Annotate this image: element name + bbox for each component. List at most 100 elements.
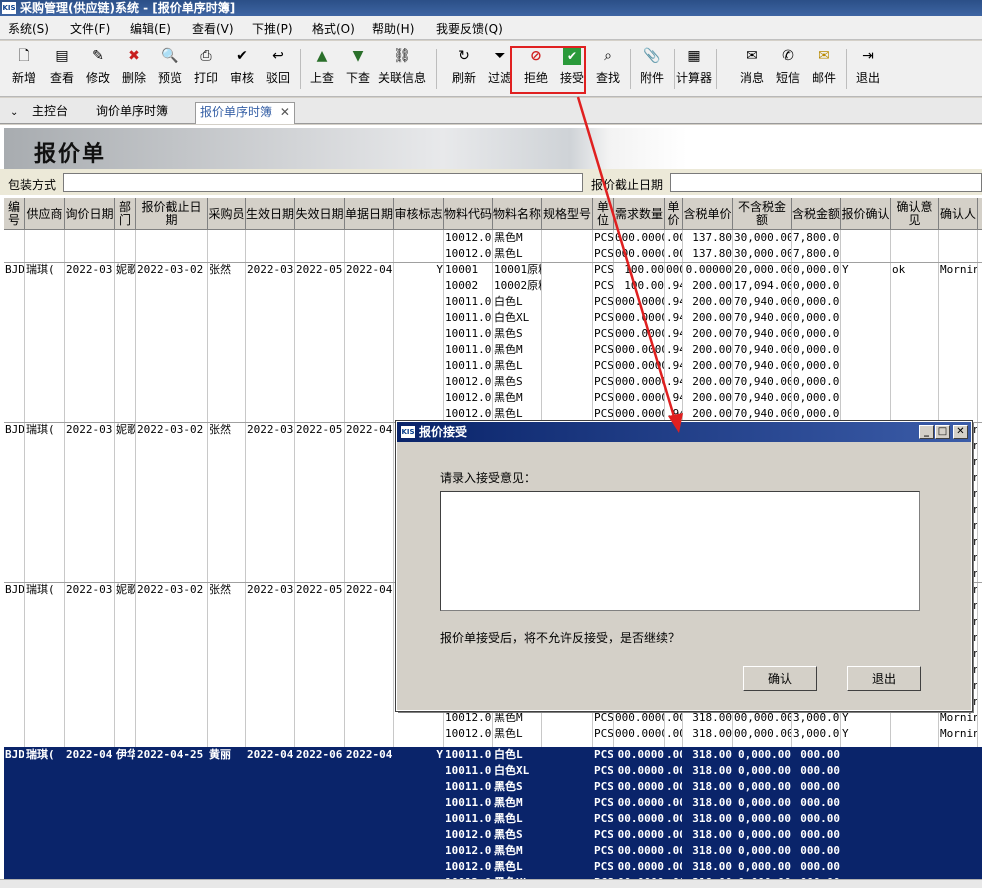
column-header[interactable]: 报价截止日期: [136, 198, 208, 230]
maximize-icon[interactable]: □: [935, 425, 950, 439]
table-row[interactable]: 10011.05黑色S PCS000.0000.94 200.0070,940.00…: [4, 326, 982, 342]
table-row[interactable]: 10012.01黑色S PCS000.0000.94 200.0070,940.00…: [4, 374, 982, 390]
table-row[interactable]: 10011.07黑色M PCS000.0000.94 200.0070,940.00…: [4, 342, 982, 358]
table-cell-taxprice: 318.00: [692, 812, 732, 825]
table-cell-exp: 2022-05-: [296, 423, 344, 436]
close-icon[interactable]: ✕: [953, 425, 968, 439]
horizontal-scrollbar[interactable]: [0, 879, 982, 888]
table-cell-mat: 10011.0: [445, 764, 492, 777]
table-cell-name: 黑色L: [494, 812, 523, 825]
toolbar-reject-back-button[interactable]: ↩ 驳回: [260, 47, 296, 91]
menu-item-1[interactable]: 文件(F): [70, 20, 110, 37]
tab-quotation-list[interactable]: 报价单序时簿 ✕: [195, 102, 295, 124]
chevron-down-icon[interactable]: ⌄: [6, 104, 22, 126]
menu-item-7[interactable]: 我要反馈(Q): [436, 20, 503, 37]
binoculars-icon: ⌕: [604, 48, 612, 64]
table-row[interactable]: 10011.03白色L PCS000.0000.94 200.0070,940.00…: [4, 294, 982, 310]
column-header[interactable]: 物料名称: [493, 198, 542, 230]
table-row[interactable]: 10011.08黑色L PCS000.0000.94 200.0070,940.00…: [4, 358, 982, 374]
table-cell-taxamt: 000.00: [800, 812, 840, 825]
table-cell-qty: 00.0000: [617, 812, 664, 825]
table-cell-taxamt: 000.00: [800, 764, 840, 777]
column-header[interactable]: 确认意见: [891, 198, 939, 230]
table-row[interactable]: 10011.0黑色M PCS 00.0000.00 318.00 0,000.00 000…: [4, 795, 982, 811]
table-cell-qty: 000.0000: [615, 359, 664, 372]
table-row[interactable]: 10011.0黑色L PCS 00.0000.00 318.00 0,000.00 000…: [4, 811, 982, 827]
table-cell-price: .94: [666, 279, 682, 292]
up-query-icon: ▲: [316, 48, 328, 64]
tab-inquiry-list[interactable]: 询价单序时簿: [92, 102, 172, 124]
menu-item-3[interactable]: 查看(V): [192, 20, 234, 37]
table-cell-buyer: 张然: [209, 583, 231, 596]
table-row[interactable]: 10011.0白色XL PCS 00.0000.00 318.00 0,000.00 00…: [4, 763, 982, 779]
column-header[interactable]: 不含税金额: [733, 198, 792, 230]
table-row[interactable]: 10012.02黑色M PCS000.0000.00 318.0000,000.00…: [4, 710, 982, 726]
toolbar-binoculars-button[interactable]: ⌕ 查找: [590, 47, 626, 91]
toolbar-mail-button[interactable]: ✉ 邮件: [806, 47, 842, 91]
column-header[interactable]: 确认人: [939, 198, 978, 230]
opinion-input[interactable]: [440, 491, 920, 611]
column-header[interactable]: 单据日期: [345, 198, 394, 230]
column-header[interactable]: 规格型号: [542, 198, 593, 230]
menu-item-6[interactable]: 帮助(H): [372, 20, 414, 37]
table-row[interactable]: 10002 10002原料 PCS 100.00.94 200.0017,094.000…: [4, 278, 982, 294]
column-header[interactable]: 失效日期: [295, 198, 345, 230]
table-row[interactable]: 10012.03黑色L PCS000.0000.94 200.0070,940.00…: [4, 406, 982, 422]
table-row[interactable]: BJD 瑞琪(2022-04 伊华 2022-04-25 黄丽 2022-04 2022-0…: [4, 747, 982, 763]
column-header[interactable]: 生效日期: [246, 198, 295, 230]
column-header[interactable]: 部门: [115, 198, 136, 230]
menu-item-0[interactable]: 系统(S): [8, 20, 49, 37]
column-header[interactable]: 含税单价: [683, 198, 733, 230]
table-cell-amt: 0,000.00: [738, 828, 791, 841]
column-header[interactable]: 物料代码: [444, 198, 493, 230]
table-row[interactable]: 10012.0黑色S PCS 00.0000.00 318.00 0,000.00 000…: [4, 827, 982, 843]
column-header[interactable]: 单位: [593, 198, 614, 230]
table-row[interactable]: 10012.02黑色M PCS000.0000.94 200.0070,940.00…: [4, 390, 982, 406]
table-row[interactable]: BJD(瑞琪(2022-03-妮歌2022-03-02张然2022-03-202…: [4, 262, 982, 278]
exit-button[interactable]: 退出: [847, 666, 921, 691]
toolbar-calculator-button[interactable]: ▦ 计算器: [676, 47, 712, 91]
menu-item-4[interactable]: 下推(P): [252, 20, 293, 37]
tab-main-console[interactable]: 主控台: [28, 102, 72, 124]
minimize-icon[interactable]: _: [919, 425, 934, 439]
table-row[interactable]: 10012.02黑色M PCS000.0000.00 137.8030,000.00…: [4, 230, 982, 246]
table-cell-price: .00: [666, 711, 682, 724]
table-cell-mat: 10011.08: [445, 359, 492, 372]
column-header[interactable]: 审核标志: [394, 198, 444, 230]
toolbar-link-info-button[interactable]: ⛓ 关联信息: [378, 47, 426, 91]
table-cell-unit: PCS: [594, 780, 613, 793]
close-icon[interactable]: ✕: [280, 105, 290, 119]
table-cell-unit: PCS: [594, 311, 613, 324]
table-row[interactable]: 10012.03黑色L PCS000.0000.00 318.0000,000.00…: [4, 726, 982, 742]
column-header[interactable]: 单价: [665, 198, 683, 230]
table-cell-amt: 70,940.00: [734, 375, 791, 388]
column-header[interactable]: 需求数量: [614, 198, 665, 230]
column-header[interactable]: 报价确认: [841, 198, 891, 230]
column-header[interactable]: 供应商: [25, 198, 65, 230]
column-header[interactable]: 含税金额: [792, 198, 841, 230]
column-header[interactable]: 采购员: [208, 198, 246, 230]
column-header[interactable]: 询价日期: [65, 198, 115, 230]
confirm-button[interactable]: 确认: [743, 666, 817, 691]
table-cell-qty: 100.00: [624, 279, 664, 292]
menu-item-2[interactable]: 编辑(E): [130, 20, 171, 37]
toolbar-exit-button[interactable]: ⇥ 退出: [850, 47, 886, 91]
table-cell-no: BJD(: [5, 423, 24, 436]
toolbar-down-query-button[interactable]: ▼ 下查: [340, 47, 376, 91]
table-cell-amt: 70,940.00: [734, 391, 791, 404]
table-cell-taxprice: 318.00: [692, 796, 732, 809]
table-row[interactable]: 10011.0黑色S PCS 00.0000.00 318.00 0,000.00 000…: [4, 779, 982, 795]
table-row[interactable]: 10012.0黑色M PCS 00.0000.00 318.00 0,000.00 000…: [4, 843, 982, 859]
table-row[interactable]: 10012.0黑色L PCS 00.0000.00 318.00 0,000.00 000…: [4, 859, 982, 875]
pack-method-field[interactable]: [63, 173, 583, 192]
menu-item-5[interactable]: 格式(O): [312, 20, 355, 37]
selected-record[interactable]: BJD 瑞琪(2022-04 伊华 2022-04-25 黄丽 2022-04 2022-0…: [4, 747, 982, 888]
toolbar-attachment-button[interactable]: 📎 附件: [634, 47, 670, 91]
table-cell-price: .00: [666, 812, 682, 825]
column-header[interactable]: 编号: [4, 198, 25, 230]
accept-dialog: KIS 报价接受 _ □ ✕ 请录入接受意见： 报价单接受后，将不允许反接受，是…: [395, 420, 973, 712]
table-row[interactable]: 10011.04白色XL PCS000.0000.94 200.0070,940.0…: [4, 310, 982, 326]
table-row[interactable]: 10012.03黑色L PCS000.0000.00 137.8030,000.00…: [4, 246, 982, 262]
table-cell-taxamt: 0,000.00: [793, 343, 840, 356]
deadline-field[interactable]: [670, 173, 982, 192]
